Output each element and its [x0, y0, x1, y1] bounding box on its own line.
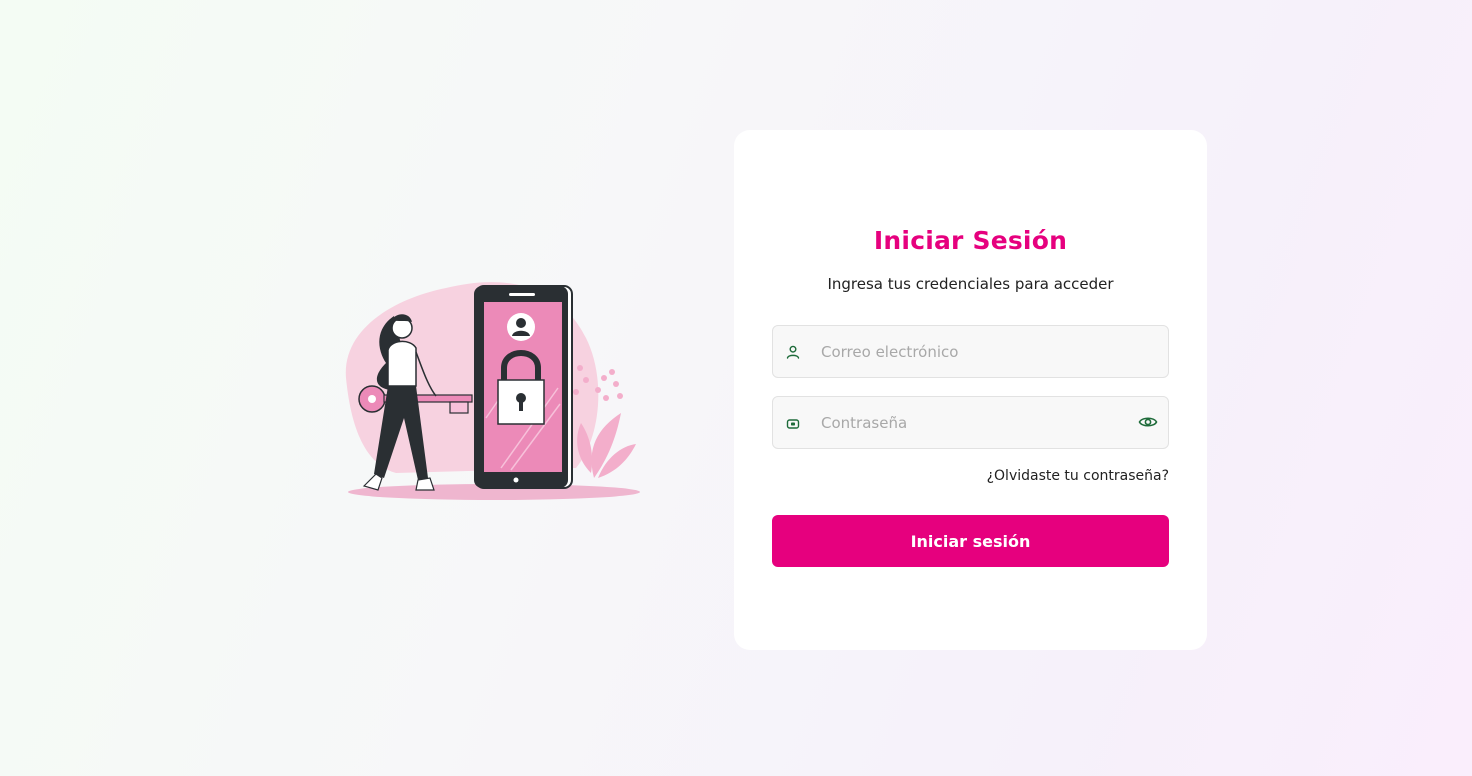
- login-title: Iniciar Sesión: [873, 226, 1068, 255]
- password-input[interactable]: [821, 397, 1121, 448]
- user-icon: [786, 344, 800, 359]
- login-subtitle: Ingresa tus credenciales para acceder: [827, 275, 1114, 293]
- password-field: [772, 396, 1169, 449]
- lock-icon: [786, 415, 800, 429]
- login-card: Iniciar Sesión Ingresa tus credenciales …: [734, 130, 1207, 650]
- eye-icon[interactable]: [1138, 413, 1158, 431]
- security-illustration: [336, 268, 646, 504]
- forgot-password-link[interactable]: ¿Olvidaste tu contraseña?: [987, 468, 1169, 484]
- phone-lock-illustration: [345, 282, 640, 500]
- email-input[interactable]: [821, 326, 1121, 377]
- email-field: [772, 325, 1169, 378]
- login-submit-button[interactable]: Iniciar sesión: [772, 515, 1169, 567]
